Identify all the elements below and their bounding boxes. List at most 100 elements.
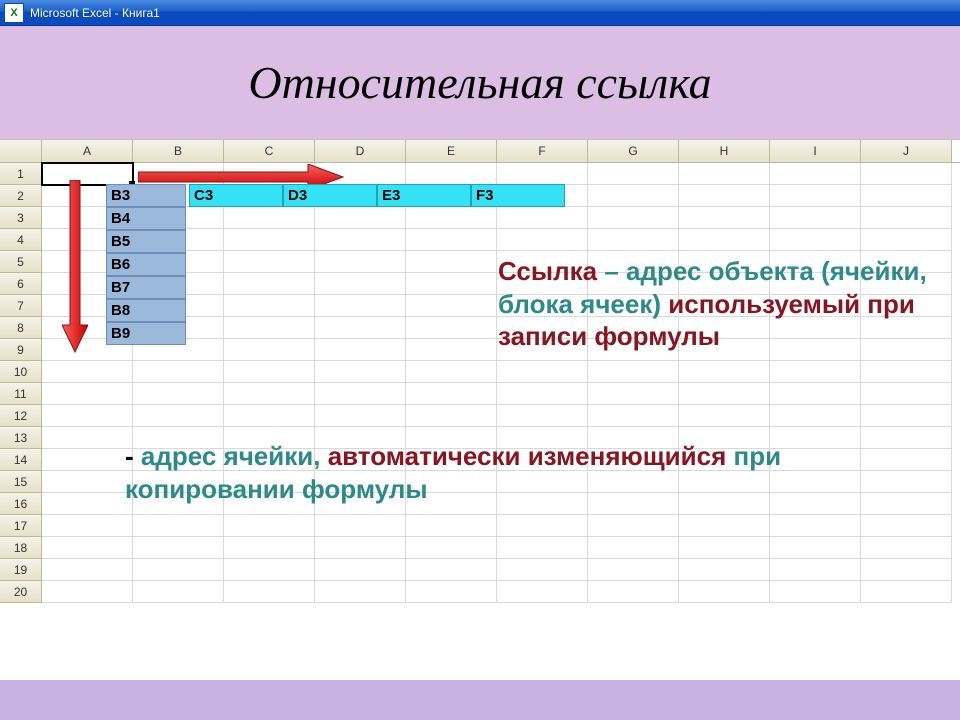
cell[interactable] xyxy=(497,515,588,537)
row-header[interactable]: 6 xyxy=(0,273,42,295)
cell[interactable] xyxy=(497,361,588,383)
column-header[interactable]: J xyxy=(861,140,952,162)
row-header[interactable]: 9 xyxy=(0,339,42,361)
cell[interactable] xyxy=(315,295,406,317)
cell[interactable] xyxy=(588,559,679,581)
cell[interactable] xyxy=(133,537,224,559)
column-header[interactable]: C xyxy=(224,140,315,162)
cell[interactable] xyxy=(224,383,315,405)
cell[interactable] xyxy=(861,207,952,229)
cell[interactable] xyxy=(861,515,952,537)
cell[interactable] xyxy=(679,581,770,603)
cell[interactable] xyxy=(224,515,315,537)
column-header[interactable]: I xyxy=(770,140,861,162)
cell[interactable] xyxy=(679,537,770,559)
cell[interactable] xyxy=(679,559,770,581)
cell[interactable] xyxy=(315,339,406,361)
cell[interactable] xyxy=(406,405,497,427)
cell[interactable] xyxy=(861,427,952,449)
cell[interactable] xyxy=(224,559,315,581)
row-header[interactable]: 14 xyxy=(0,449,42,471)
cell[interactable] xyxy=(315,229,406,251)
cell[interactable] xyxy=(133,405,224,427)
column-header[interactable]: F xyxy=(497,140,588,162)
cell[interactable] xyxy=(224,537,315,559)
row-header[interactable]: 11 xyxy=(0,383,42,405)
cell[interactable] xyxy=(497,405,588,427)
row-header[interactable]: 12 xyxy=(0,405,42,427)
cell[interactable] xyxy=(497,383,588,405)
cell[interactable] xyxy=(497,537,588,559)
cell[interactable] xyxy=(861,537,952,559)
cell[interactable] xyxy=(861,229,952,251)
cell[interactable] xyxy=(224,251,315,273)
cell[interactable] xyxy=(588,185,679,207)
cell[interactable] xyxy=(406,251,497,273)
row-header[interactable]: 3 xyxy=(0,207,42,229)
row-header[interactable]: 20 xyxy=(0,581,42,603)
cell[interactable] xyxy=(42,581,133,603)
cell[interactable] xyxy=(679,229,770,251)
column-header[interactable]: D xyxy=(315,140,406,162)
cell[interactable] xyxy=(133,383,224,405)
row-header[interactable]: 1 xyxy=(0,163,42,185)
cell[interactable] xyxy=(588,515,679,537)
cell[interactable] xyxy=(133,581,224,603)
cell[interactable] xyxy=(224,295,315,317)
cell[interactable] xyxy=(861,449,952,471)
cell[interactable] xyxy=(42,493,133,515)
row-header[interactable]: 7 xyxy=(0,295,42,317)
cell[interactable] xyxy=(315,383,406,405)
cell[interactable] xyxy=(770,537,861,559)
cell[interactable] xyxy=(406,537,497,559)
cell[interactable] xyxy=(315,537,406,559)
cell[interactable] xyxy=(770,185,861,207)
column-header[interactable]: B xyxy=(133,140,224,162)
row-header[interactable]: 2 xyxy=(0,185,42,207)
cell[interactable] xyxy=(679,405,770,427)
cell[interactable] xyxy=(224,339,315,361)
cell[interactable] xyxy=(679,361,770,383)
cell[interactable] xyxy=(133,559,224,581)
cell[interactable] xyxy=(42,559,133,581)
row-header[interactable]: 16 xyxy=(0,493,42,515)
cell[interactable] xyxy=(861,581,952,603)
cell[interactable] xyxy=(315,405,406,427)
cell[interactable] xyxy=(588,229,679,251)
cell[interactable] xyxy=(588,383,679,405)
cell[interactable] xyxy=(406,229,497,251)
cell[interactable] xyxy=(588,537,679,559)
cell[interactable] xyxy=(770,405,861,427)
row-header[interactable]: 17 xyxy=(0,515,42,537)
cell[interactable] xyxy=(315,515,406,537)
row-header[interactable]: 13 xyxy=(0,427,42,449)
cell[interactable] xyxy=(42,515,133,537)
cell[interactable] xyxy=(42,537,133,559)
cell[interactable] xyxy=(861,361,952,383)
cell[interactable] xyxy=(679,163,770,185)
cell[interactable] xyxy=(224,405,315,427)
cell[interactable] xyxy=(861,163,952,185)
cell[interactable] xyxy=(406,515,497,537)
cell[interactable] xyxy=(315,581,406,603)
cell[interactable] xyxy=(406,317,497,339)
row-header[interactable]: 10 xyxy=(0,361,42,383)
cell[interactable] xyxy=(770,163,861,185)
cell[interactable] xyxy=(679,207,770,229)
column-header[interactable]: A xyxy=(42,140,133,162)
cell[interactable] xyxy=(861,405,952,427)
cell[interactable] xyxy=(861,559,952,581)
cell[interactable] xyxy=(861,493,952,515)
cell[interactable] xyxy=(406,295,497,317)
cell[interactable] xyxy=(497,207,588,229)
cell[interactable] xyxy=(42,427,133,449)
cell[interactable] xyxy=(224,273,315,295)
cell[interactable] xyxy=(133,515,224,537)
cell[interactable] xyxy=(224,317,315,339)
cell[interactable] xyxy=(224,581,315,603)
select-all-corner[interactable] xyxy=(0,140,42,162)
cell[interactable] xyxy=(497,229,588,251)
cell[interactable] xyxy=(679,383,770,405)
cell[interactable] xyxy=(770,515,861,537)
cell[interactable] xyxy=(588,581,679,603)
